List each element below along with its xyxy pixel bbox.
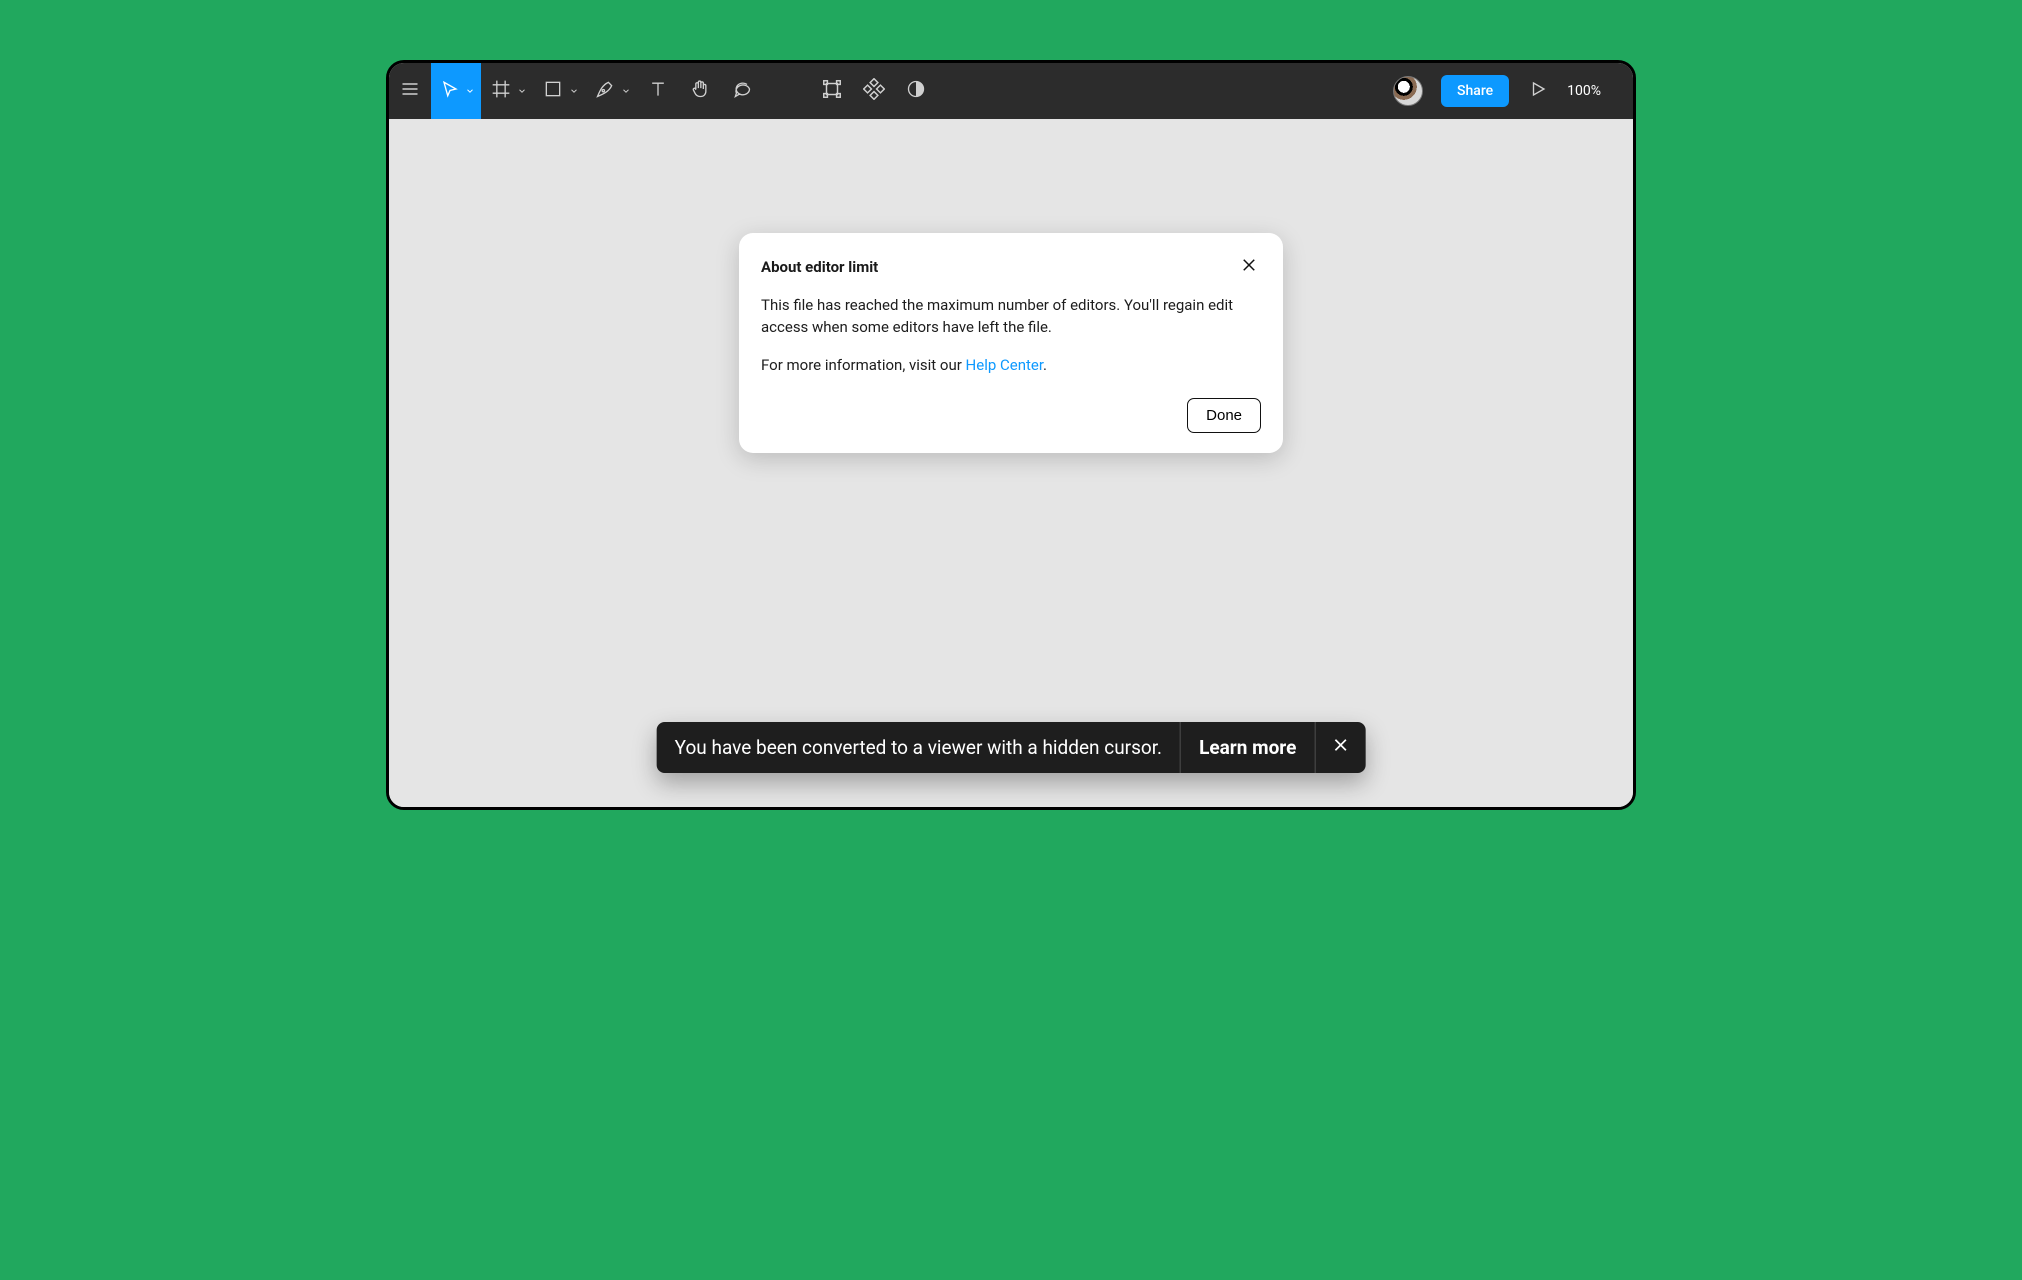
- hand-tool-button[interactable]: [679, 63, 721, 119]
- components-tool-button[interactable]: [853, 63, 895, 119]
- share-button[interactable]: Share: [1441, 75, 1509, 107]
- comment-icon: [732, 79, 752, 103]
- component-icon: [863, 78, 885, 104]
- cursor-icon: [441, 80, 459, 102]
- frame-tool-button[interactable]: [481, 63, 533, 119]
- edit-object-tool-button[interactable]: [811, 63, 853, 119]
- comment-tool-button[interactable]: [721, 63, 763, 119]
- mask-icon: [906, 79, 926, 103]
- modal-body-line1: This file has reached the maximum number…: [761, 295, 1261, 339]
- viewer-toast: You have been converted to a viewer with…: [657, 722, 1366, 773]
- chevron-down-icon: [621, 86, 631, 96]
- close-icon: [1240, 256, 1258, 278]
- modal-body-line2-suffix: .: [1043, 356, 1047, 374]
- canvas[interactable]: About editor limit This file has reached…: [389, 119, 1633, 807]
- chevron-down-icon: [569, 86, 579, 96]
- chevron-down-icon: [465, 86, 475, 96]
- mask-tool-button[interactable]: [895, 63, 937, 119]
- rectangle-icon: [543, 79, 563, 103]
- hand-icon: [690, 79, 710, 103]
- toast-message: You have been converted to a viewer with…: [657, 722, 1180, 773]
- done-button[interactable]: Done: [1187, 398, 1261, 433]
- pen-icon: [595, 79, 615, 103]
- text-tool-button[interactable]: [637, 63, 679, 119]
- text-icon: [648, 79, 668, 103]
- vector-edit-icon: [821, 78, 843, 104]
- modal-title: About editor limit: [761, 258, 878, 276]
- zoom-dropdown[interactable]: 100%: [1559, 83, 1633, 99]
- toolbar: Share 100%: [389, 63, 1633, 119]
- toolbar-right: Share 100%: [1383, 63, 1633, 119]
- modal-header: About editor limit: [761, 255, 1261, 279]
- menu-icon: [400, 79, 420, 103]
- pen-tool-button[interactable]: [585, 63, 637, 119]
- zoom-label: 100%: [1567, 83, 1601, 99]
- frame-icon: [491, 79, 511, 103]
- modal-footer: Done: [761, 398, 1261, 433]
- user-avatar[interactable]: [1393, 76, 1423, 106]
- present-button[interactable]: [1517, 63, 1559, 119]
- modal-close-button[interactable]: [1237, 255, 1261, 279]
- modal-body: This file has reached the maximum number…: [761, 295, 1261, 376]
- main-menu-button[interactable]: [389, 63, 431, 119]
- app-window: Share 100% About editor limit: [386, 60, 1636, 810]
- close-icon: [1331, 736, 1349, 759]
- toast-learn-more-link[interactable]: Learn more: [1181, 722, 1314, 773]
- move-tool-button[interactable]: [431, 63, 481, 119]
- help-center-link[interactable]: Help Center: [966, 356, 1044, 374]
- modal-body-line2: For more information, visit our Help Cen…: [761, 355, 1261, 377]
- modal-body-line2-prefix: For more information, visit our: [761, 356, 966, 374]
- play-icon: [1529, 80, 1547, 102]
- shape-tool-button[interactable]: [533, 63, 585, 119]
- toolbar-left: [389, 63, 937, 119]
- editor-limit-modal: About editor limit This file has reached…: [739, 233, 1283, 453]
- chevron-down-icon: [517, 86, 527, 96]
- chevron-down-icon: [1607, 86, 1617, 96]
- toast-close-button[interactable]: [1315, 722, 1365, 773]
